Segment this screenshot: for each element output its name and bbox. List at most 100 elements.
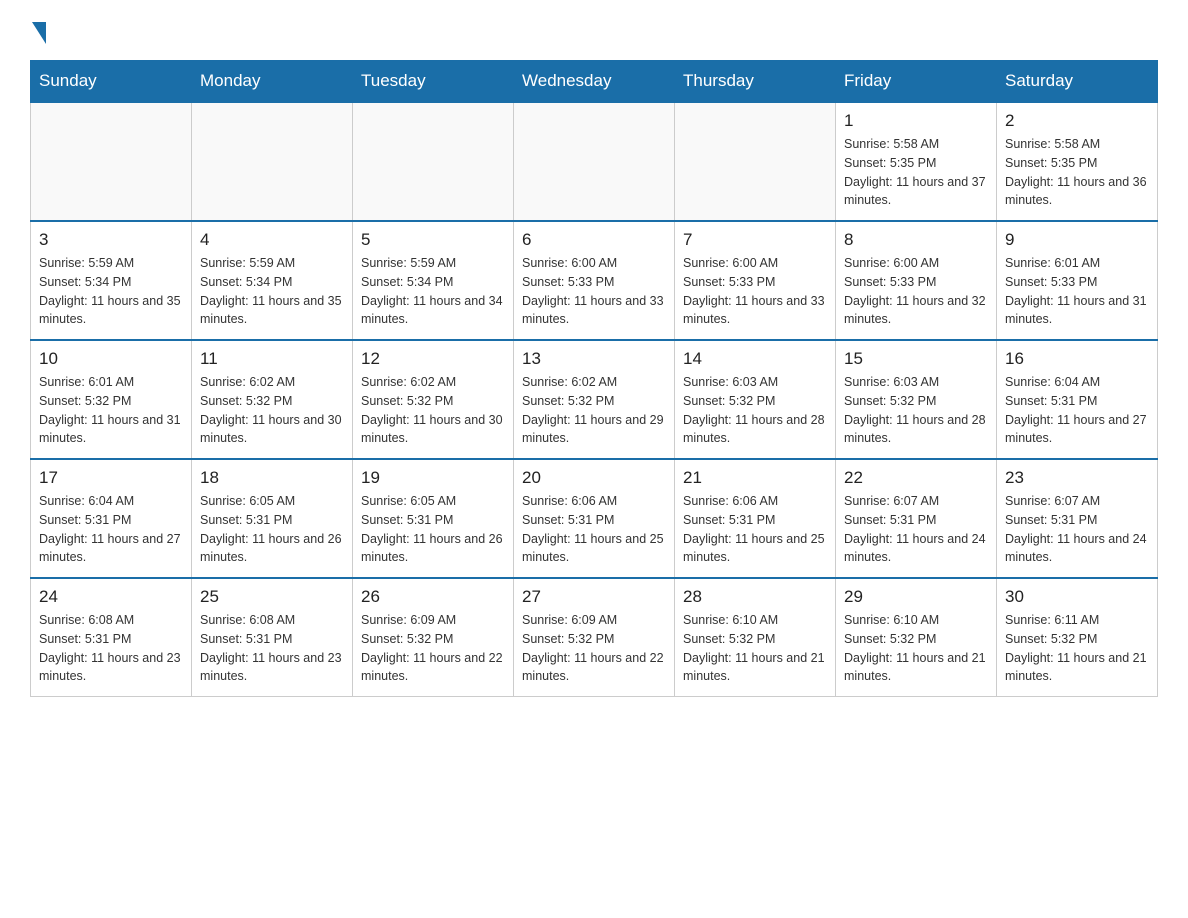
calendar-cell: 16 Sunrise: 6:04 AMSunset: 5:31 PMDayligh… xyxy=(997,340,1158,459)
day-info: Sunrise: 6:07 AMSunset: 5:31 PMDaylight:… xyxy=(1005,492,1149,567)
day-number: 7 xyxy=(683,230,827,250)
calendar-cell: 21 Sunrise: 6:06 AMSunset: 5:31 PMDayligh… xyxy=(675,459,836,578)
page-header xyxy=(30,20,1158,40)
day-number: 18 xyxy=(200,468,344,488)
week-row-4: 17 Sunrise: 6:04 AMSunset: 5:31 PMDayligh… xyxy=(31,459,1158,578)
calendar-header-thursday: Thursday xyxy=(675,61,836,103)
week-row-5: 24 Sunrise: 6:08 AMSunset: 5:31 PMDayligh… xyxy=(31,578,1158,697)
calendar-cell xyxy=(675,102,836,221)
day-info: Sunrise: 6:04 AMSunset: 5:31 PMDaylight:… xyxy=(39,492,183,567)
day-number: 3 xyxy=(39,230,183,250)
day-number: 25 xyxy=(200,587,344,607)
calendar-cell: 7 Sunrise: 6:00 AMSunset: 5:33 PMDaylight… xyxy=(675,221,836,340)
calendar-cell: 26 Sunrise: 6:09 AMSunset: 5:32 PMDayligh… xyxy=(353,578,514,697)
calendar-cell: 18 Sunrise: 6:05 AMSunset: 5:31 PMDayligh… xyxy=(192,459,353,578)
day-number: 10 xyxy=(39,349,183,369)
day-info: Sunrise: 5:59 AMSunset: 5:34 PMDaylight:… xyxy=(39,254,183,329)
calendar-cell: 11 Sunrise: 6:02 AMSunset: 5:32 PMDayligh… xyxy=(192,340,353,459)
day-number: 20 xyxy=(522,468,666,488)
day-info: Sunrise: 6:04 AMSunset: 5:31 PMDaylight:… xyxy=(1005,373,1149,448)
calendar-cell: 15 Sunrise: 6:03 AMSunset: 5:32 PMDayligh… xyxy=(836,340,997,459)
day-number: 11 xyxy=(200,349,344,369)
day-number: 21 xyxy=(683,468,827,488)
calendar-cell: 1 Sunrise: 5:58 AMSunset: 5:35 PMDaylight… xyxy=(836,102,997,221)
day-number: 30 xyxy=(1005,587,1149,607)
calendar-cell: 20 Sunrise: 6:06 AMSunset: 5:31 PMDayligh… xyxy=(514,459,675,578)
day-info: Sunrise: 6:02 AMSunset: 5:32 PMDaylight:… xyxy=(361,373,505,448)
logo-triangle-icon xyxy=(32,22,46,44)
day-info: Sunrise: 5:59 AMSunset: 5:34 PMDaylight:… xyxy=(200,254,344,329)
calendar-cell: 25 Sunrise: 6:08 AMSunset: 5:31 PMDayligh… xyxy=(192,578,353,697)
day-number: 26 xyxy=(361,587,505,607)
calendar-table: SundayMondayTuesdayWednesdayThursdayFrid… xyxy=(30,60,1158,697)
day-number: 29 xyxy=(844,587,988,607)
calendar-cell: 13 Sunrise: 6:02 AMSunset: 5:32 PMDayligh… xyxy=(514,340,675,459)
day-info: Sunrise: 6:08 AMSunset: 5:31 PMDaylight:… xyxy=(200,611,344,686)
day-info: Sunrise: 6:00 AMSunset: 5:33 PMDaylight:… xyxy=(683,254,827,329)
day-number: 22 xyxy=(844,468,988,488)
calendar-header-row: SundayMondayTuesdayWednesdayThursdayFrid… xyxy=(31,61,1158,103)
calendar-cell: 9 Sunrise: 6:01 AMSunset: 5:33 PMDaylight… xyxy=(997,221,1158,340)
calendar-cell: 4 Sunrise: 5:59 AMSunset: 5:34 PMDaylight… xyxy=(192,221,353,340)
day-number: 9 xyxy=(1005,230,1149,250)
calendar-cell xyxy=(31,102,192,221)
calendar-cell: 6 Sunrise: 6:00 AMSunset: 5:33 PMDaylight… xyxy=(514,221,675,340)
calendar-cell: 5Sunrise: 5:59 AMSunset: 5:34 PMDaylight… xyxy=(353,221,514,340)
day-info: Sunrise: 6:06 AMSunset: 5:31 PMDaylight:… xyxy=(683,492,827,567)
calendar-cell: 28 Sunrise: 6:10 AMSunset: 5:32 PMDayligh… xyxy=(675,578,836,697)
day-info: Sunrise: 6:10 AMSunset: 5:32 PMDaylight:… xyxy=(683,611,827,686)
day-number: 14 xyxy=(683,349,827,369)
day-info: Sunrise: 6:02 AMSunset: 5:32 PMDaylight:… xyxy=(200,373,344,448)
day-info: Sunrise: 6:01 AMSunset: 5:33 PMDaylight:… xyxy=(1005,254,1149,329)
calendar-cell: 22 Sunrise: 6:07 AMSunset: 5:31 PMDayligh… xyxy=(836,459,997,578)
day-info: Sunrise: 6:09 AMSunset: 5:32 PMDaylight:… xyxy=(522,611,666,686)
day-number: 6 xyxy=(522,230,666,250)
calendar-cell xyxy=(514,102,675,221)
day-info: Sunrise: 6:03 AMSunset: 5:32 PMDaylight:… xyxy=(683,373,827,448)
calendar-header-friday: Friday xyxy=(836,61,997,103)
logo xyxy=(30,20,46,40)
day-number: 8 xyxy=(844,230,988,250)
day-number: 16 xyxy=(1005,349,1149,369)
day-info: Sunrise: 6:10 AMSunset: 5:32 PMDaylight:… xyxy=(844,611,988,686)
day-info: Sunrise: 5:58 AMSunset: 5:35 PMDaylight:… xyxy=(844,135,988,210)
calendar-cell: 24 Sunrise: 6:08 AMSunset: 5:31 PMDayligh… xyxy=(31,578,192,697)
day-info: Sunrise: 6:01 AMSunset: 5:32 PMDaylight:… xyxy=(39,373,183,448)
calendar-cell: 23 Sunrise: 6:07 AMSunset: 5:31 PMDayligh… xyxy=(997,459,1158,578)
calendar-cell: 12 Sunrise: 6:02 AMSunset: 5:32 PMDayligh… xyxy=(353,340,514,459)
day-info: Sunrise: 5:58 AMSunset: 5:35 PMDaylight:… xyxy=(1005,135,1149,210)
day-info: Sunrise: 6:02 AMSunset: 5:32 PMDaylight:… xyxy=(522,373,666,448)
day-info: Sunrise: 6:09 AMSunset: 5:32 PMDaylight:… xyxy=(361,611,505,686)
calendar-header-saturday: Saturday xyxy=(997,61,1158,103)
day-number: 5 xyxy=(361,230,505,250)
day-info: Sunrise: 6:08 AMSunset: 5:31 PMDaylight:… xyxy=(39,611,183,686)
day-number: 13 xyxy=(522,349,666,369)
calendar-cell: 14 Sunrise: 6:03 AMSunset: 5:32 PMDayligh… xyxy=(675,340,836,459)
week-row-1: 1 Sunrise: 5:58 AMSunset: 5:35 PMDaylight… xyxy=(31,102,1158,221)
day-info: Sunrise: 6:06 AMSunset: 5:31 PMDaylight:… xyxy=(522,492,666,567)
day-number: 2 xyxy=(1005,111,1149,131)
day-info: Sunrise: 6:07 AMSunset: 5:31 PMDaylight:… xyxy=(844,492,988,567)
calendar-cell: 3 Sunrise: 5:59 AMSunset: 5:34 PMDaylight… xyxy=(31,221,192,340)
calendar-header-tuesday: Tuesday xyxy=(353,61,514,103)
day-info: Sunrise: 6:11 AMSunset: 5:32 PMDaylight:… xyxy=(1005,611,1149,686)
day-number: 17 xyxy=(39,468,183,488)
day-number: 12 xyxy=(361,349,505,369)
day-info: Sunrise: 6:05 AMSunset: 5:31 PMDaylight:… xyxy=(361,492,505,567)
day-number: 15 xyxy=(844,349,988,369)
day-info: Sunrise: 6:05 AMSunset: 5:31 PMDaylight:… xyxy=(200,492,344,567)
calendar-cell: 30 Sunrise: 6:11 AMSunset: 5:32 PMDayligh… xyxy=(997,578,1158,697)
day-number: 23 xyxy=(1005,468,1149,488)
calendar-cell: 29 Sunrise: 6:10 AMSunset: 5:32 PMDayligh… xyxy=(836,578,997,697)
day-number: 28 xyxy=(683,587,827,607)
day-number: 24 xyxy=(39,587,183,607)
calendar-cell: 17 Sunrise: 6:04 AMSunset: 5:31 PMDayligh… xyxy=(31,459,192,578)
week-row-2: 3 Sunrise: 5:59 AMSunset: 5:34 PMDaylight… xyxy=(31,221,1158,340)
day-number: 4 xyxy=(200,230,344,250)
calendar-cell: 8Sunrise: 6:00 AMSunset: 5:33 PMDaylight… xyxy=(836,221,997,340)
day-number: 1 xyxy=(844,111,988,131)
day-info: Sunrise: 6:03 AMSunset: 5:32 PMDaylight:… xyxy=(844,373,988,448)
day-info: Sunrise: 6:00 AMSunset: 5:33 PMDaylight:… xyxy=(522,254,666,329)
calendar-cell: 19Sunrise: 6:05 AMSunset: 5:31 PMDayligh… xyxy=(353,459,514,578)
calendar-header-monday: Monday xyxy=(192,61,353,103)
